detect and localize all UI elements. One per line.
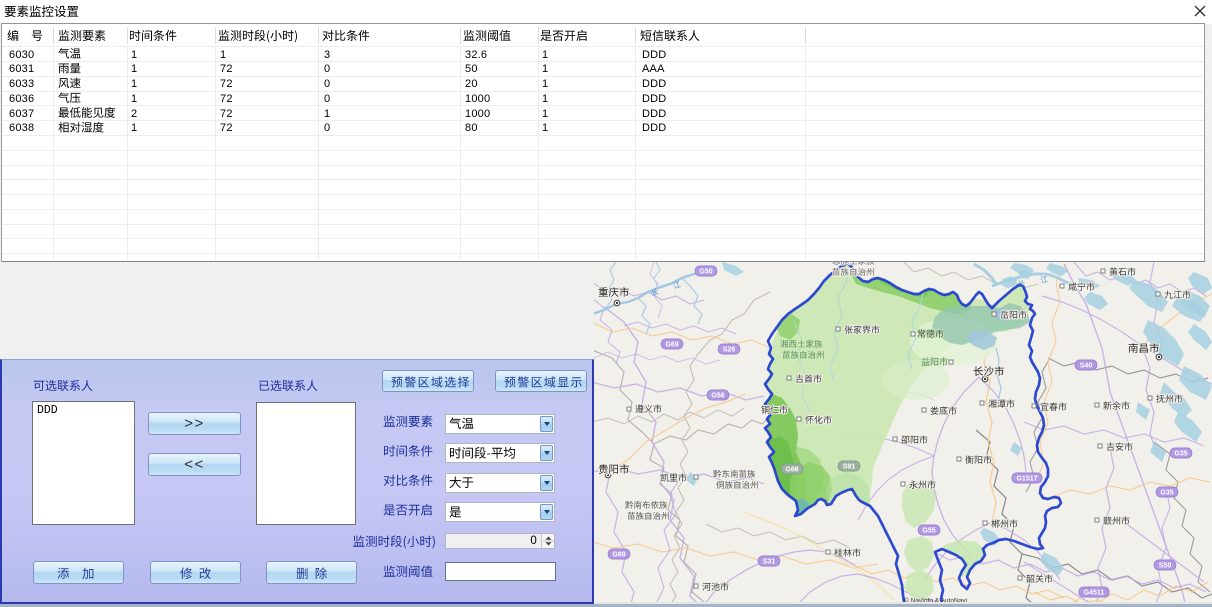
svg-text:G35: G35: [1174, 451, 1187, 458]
svg-text:S31: S31: [763, 559, 776, 566]
svg-text:S26: S26: [723, 347, 736, 354]
svg-text:S40: S40: [1080, 363, 1093, 370]
svg-text:S91: S91: [843, 464, 856, 471]
svg-text:G35: G35: [1160, 490, 1173, 497]
svg-text:G66: G66: [785, 467, 798, 474]
svg-text:G56: G56: [711, 393, 724, 400]
svg-text:G69: G69: [612, 552, 625, 559]
svg-text:G55: G55: [922, 528, 935, 535]
svg-text:G1517: G1517: [1016, 476, 1037, 483]
svg-text:G4511: G4511: [1084, 590, 1105, 597]
svg-text:S50: S50: [1159, 563, 1172, 570]
svg-text:G50: G50: [699, 269, 712, 276]
svg-text:G69: G69: [665, 342, 678, 349]
